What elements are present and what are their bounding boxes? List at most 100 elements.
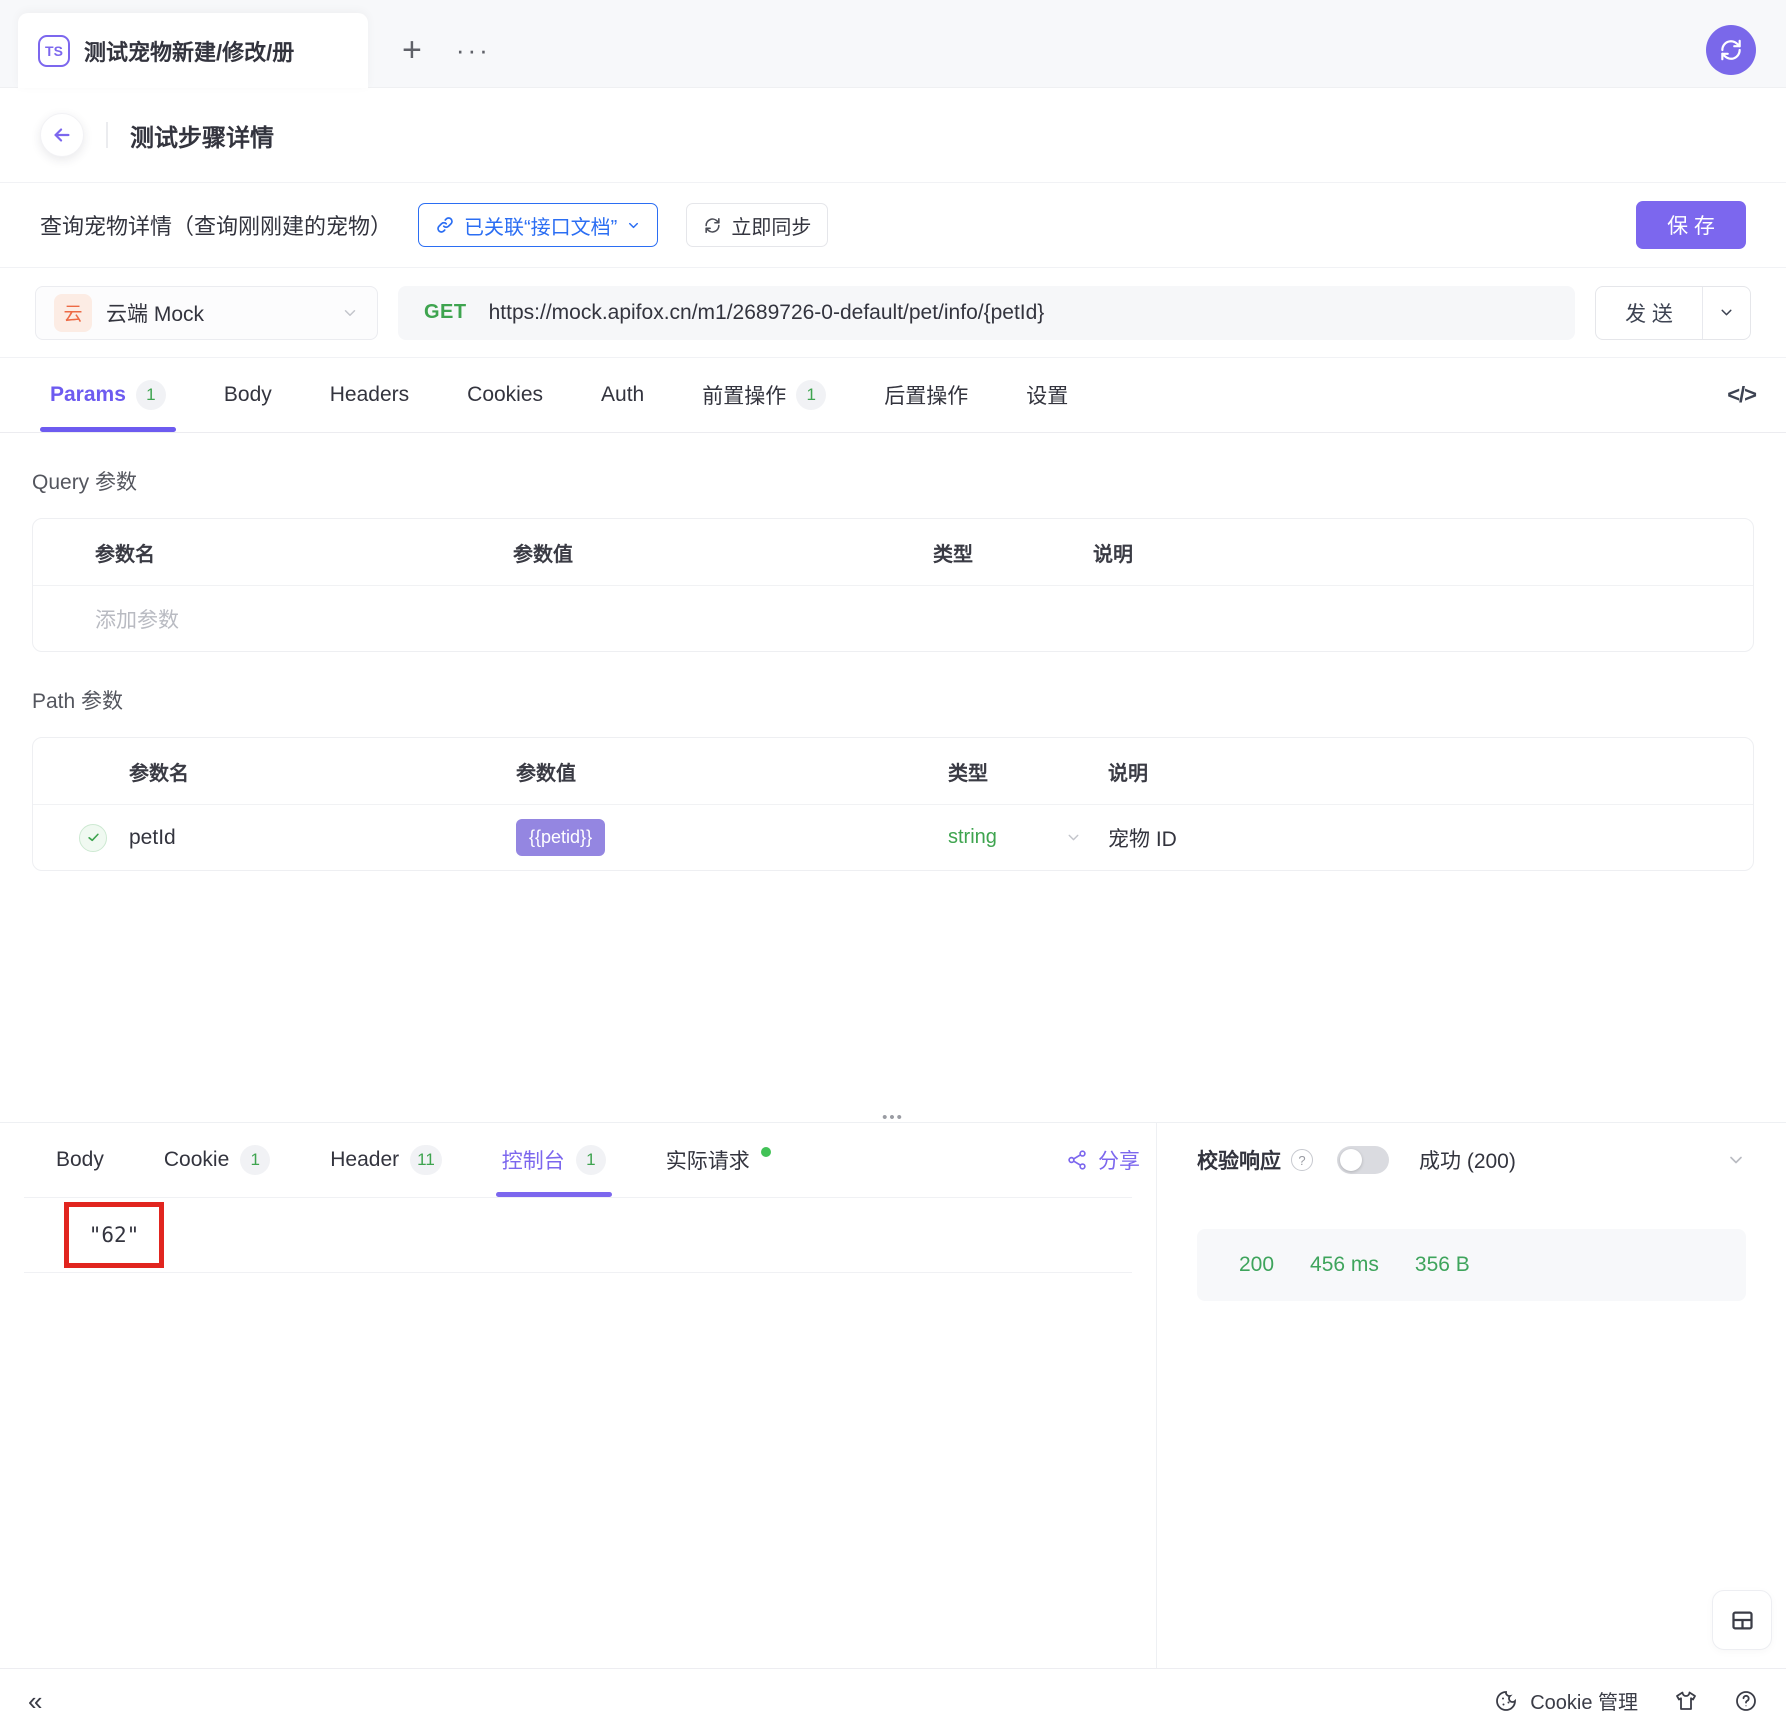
share-button[interactable]: 分享 [1066,1145,1140,1175]
share-label: 分享 [1098,1145,1140,1175]
param-description[interactable]: 宠物 ID [1108,823,1753,853]
cookie-manager-label: Cookie 管理 [1530,1686,1638,1715]
tab-label: Params [50,383,126,407]
save-button[interactable]: 保 存 [1636,201,1746,249]
tab-response-cookie[interactable]: Cookie 1 [164,1123,270,1197]
theme-icon[interactable] [1674,1689,1698,1713]
test-scenario-icon: TS [38,35,70,67]
column-description: 说明 [1108,757,1753,786]
response-stats: 200 456 ms 356 B [1197,1229,1746,1301]
active-tab[interactable]: TS 测试宠物新建/修改/册 [18,13,368,88]
pre-processors-count-badge: 1 [796,380,826,410]
param-value-variable[interactable]: {{petid}} [516,819,605,856]
sync-now-button[interactable]: 立即同步 [686,203,828,247]
tab-cookies[interactable]: Cookies [467,358,543,432]
annotation-highlight-box: "62" [64,1202,164,1268]
tab-post-processors[interactable]: 后置操作 [884,358,968,432]
response-size: 356 B [1415,1253,1470,1277]
help-icon[interactable]: ? [1291,1149,1313,1171]
tab-actual-request[interactable]: 实际请求 [666,1123,771,1197]
tab-auth[interactable]: Auth [601,358,644,432]
environment-value: 云端 Mock [106,298,327,328]
send-options-button[interactable] [1702,287,1750,339]
chevron-down-icon [626,218,641,233]
validation-toggle[interactable] [1337,1146,1389,1174]
add-param-placeholder[interactable]: 添加参数 [95,604,513,634]
tab-more-button[interactable]: ··· [456,35,491,65]
tab-label: 前置操作 [702,380,786,410]
path-params-title: Path 参数 [32,652,1754,715]
chevron-down-icon [1726,1150,1746,1170]
chevron-down-icon [1065,829,1082,846]
column-type: 类型 [948,757,1108,786]
send-button-group: 发 送 [1595,286,1751,340]
cookie-manager-button[interactable]: Cookie 管理 [1494,1686,1638,1715]
tab-params[interactable]: Params 1 [50,358,166,432]
tab-label: Cookies [467,383,543,407]
status-code: 200 [1239,1253,1274,1277]
send-button[interactable]: 发 送 [1596,287,1702,339]
column-name: 参数名 [95,538,513,567]
query-params-table: 参数名 参数值 类型 说明 添加参数 [32,518,1754,652]
sync-status-button[interactable] [1706,25,1756,75]
tab-bar: TS 测试宠物新建/修改/册 + ··· [0,0,1786,88]
column-description: 说明 [1093,538,1753,567]
live-indicator-dot [761,1147,771,1157]
tab-pre-processors[interactable]: 前置操作 1 [702,358,826,432]
code-view-icon[interactable]: </> [1727,382,1756,408]
new-tab-button[interactable]: + [402,35,422,65]
console-output[interactable]: "62" [89,1223,140,1247]
response-pane: Body Cookie 1 Header 11 控制台 1 实际请求 [0,1123,1157,1668]
page-title: 测试步骤详情 [130,118,274,153]
tab-settings[interactable]: 设置 [1026,358,1068,432]
environment-select[interactable]: 云 云端 Mock [35,286,378,340]
table-header: 参数名 参数值 类型 说明 [33,519,1753,586]
tab-headers[interactable]: Headers [330,358,409,432]
table-row: petId {{petid}} string 宠物 ID [33,805,1753,870]
column-type: 类型 [933,538,1093,567]
collapse-sidebar-button[interactable]: « [28,1688,42,1714]
url-input[interactable]: GET https://mock.apifox.cn/m1/2689726-0-… [398,286,1575,340]
tab-label: Auth [601,383,644,407]
split-drag-handle[interactable]: ••• [874,1109,912,1126]
tab-label: Body [56,1148,104,1172]
query-params-title: Query 参数 [32,433,1754,496]
back-button[interactable] [40,113,84,157]
http-method: GET [424,301,467,324]
linked-doc-button[interactable]: 已关联“接口文档” [418,203,658,247]
add-param-row[interactable]: 添加参数 [33,586,1753,651]
cookie-icon [1494,1689,1518,1713]
tab-label: 设置 [1026,380,1068,410]
param-name[interactable]: petId [129,826,516,850]
path-params-table: 参数名 参数值 类型 说明 petId {{petid}} string 宠物 … [32,737,1754,871]
toggle-knob [1340,1149,1362,1171]
param-enabled-checkbox[interactable] [79,824,107,852]
response-status: 成功 (200) [1419,1145,1516,1175]
params-count-badge: 1 [136,380,166,410]
tab-label: Header [330,1148,399,1172]
tab-response-header[interactable]: Header 11 [330,1123,442,1197]
tab-response-body[interactable]: Body [56,1123,104,1197]
response-tabs: Body Cookie 1 Header 11 控制台 1 实际请求 [0,1123,1156,1197]
header-count-badge: 11 [410,1145,442,1175]
tab-console[interactable]: 控制台 1 [502,1123,606,1197]
linked-doc-label: 已关联“接口文档” [464,211,617,240]
layout-icon [1729,1607,1756,1634]
footer-bar: « Cookie 管理 [0,1668,1786,1732]
console-output-row: "62" [24,1197,1132,1273]
param-type[interactable]: string [948,826,997,849]
link-icon [435,215,455,235]
column-value: 参数值 [513,538,933,567]
sync-icon [1718,37,1744,63]
page-header: 测试步骤详情 [0,88,1786,183]
divider [106,122,108,148]
help-icon[interactable] [1734,1689,1758,1713]
sync-now-label: 立即同步 [731,211,811,240]
layout-toggle-button[interactable] [1712,1590,1772,1650]
tab-body[interactable]: Body [224,358,272,432]
request-bar: 云 云端 Mock GET https://mock.apifox.cn/m1/… [0,268,1786,358]
validation-header: 校验响应 ? 成功 (200) [1197,1123,1746,1197]
response-area: ••• Body Cookie 1 Header 11 控制台 1 实际请求 [0,1122,1786,1668]
request-tabs: Params 1 Body Headers Cookies Auth 前置操作 … [0,358,1786,433]
tab-title: 测试宠物新建/修改/册 [84,35,294,67]
